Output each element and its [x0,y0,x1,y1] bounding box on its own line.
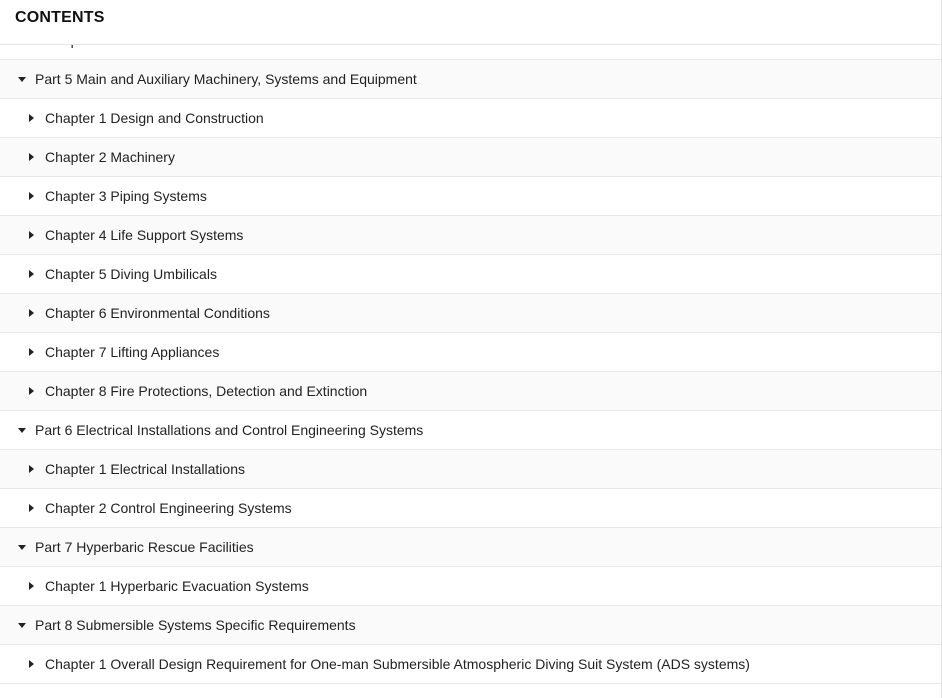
contents-panel: CONTENTS Chapter 9 AssessmentPart 5 Main… [0,0,942,698]
caret-right-icon[interactable] [29,348,34,356]
toc-part-item[interactable]: Part 5 Main and Auxiliary Machinery, Sys… [0,60,941,99]
toc-item-label: Part 7 Hyperbaric Rescue Facilities [35,539,254,555]
toc-chapter-item[interactable]: Chapter 1 Electrical Installations [0,450,941,489]
caret-down-icon[interactable] [18,544,26,550]
toc-part-item[interactable]: Part 7 Hyperbaric Rescue Facilities [0,528,941,567]
caret-right-icon[interactable] [29,504,34,512]
toc-item-label: Chapter 8 Fire Protections, Detection an… [45,383,368,399]
toc-item-label: Chapter 7 Lifting Appliances [45,344,220,360]
toc-chapter-item[interactable]: Chapter 3 Piping Systems [0,177,941,216]
caret-right-icon[interactable] [29,387,34,395]
toc-item-label: Part 8 Submersible Systems Specific Requ… [35,617,356,633]
toc-chapter-item[interactable]: Chapter 7 Lifting Appliances [0,333,941,372]
caret-down-icon[interactable] [18,76,26,82]
toc-item-label: Chapter 4 Life Support Systems [45,227,244,243]
caret-right-icon[interactable] [29,309,34,317]
toc-chapter-item[interactable]: Chapter 1 Design and Construction [0,99,941,138]
caret-right-icon[interactable] [29,582,34,590]
toc-part-item[interactable]: Part 8 Submersible Systems Specific Requ… [0,606,941,645]
toc-item-label: Chapter 5 Diving Umbilicals [45,266,217,282]
toc-item-label: Chapter 1 Design and Construction [45,110,264,126]
toc-chapter-item[interactable]: Chapter 2 Control Engineering Systems [0,489,941,528]
toc-item-label: Chapter 2 Control Engineering Systems [45,500,292,516]
toc-item-label: Part 6 Electrical Installations and Cont… [35,422,424,438]
toc-chapter-item[interactable]: Chapter 5 Diving Umbilicals [0,255,941,294]
caret-down-icon[interactable] [18,427,26,433]
caret-right-icon[interactable] [29,465,34,473]
toc-item-label: Chapter 1 Overall Design Requirement for… [45,656,750,672]
toc-list: Chapter 9 AssessmentPart 5 Main and Auxi… [0,21,941,684]
toc-chapter-item[interactable]: Chapter 8 Fire Protections, Detection an… [0,372,941,411]
toc-item-label: Chapter 3 Piping Systems [45,188,207,204]
toc-chapter-item[interactable]: Chapter 4 Life Support Systems [0,216,941,255]
toc-item-label: Part 5 Main and Auxiliary Machinery, Sys… [35,71,417,87]
toc-item-label: Chapter 2 Machinery [45,149,175,165]
caret-right-icon[interactable] [29,192,34,200]
caret-right-icon[interactable] [29,270,34,278]
toc-part-item[interactable]: Part 6 Electrical Installations and Cont… [0,411,941,450]
toc-item-label: Chapter 1 Electrical Installations [45,461,245,477]
contents-title: CONTENTS [15,9,105,26]
toc-chapter-item[interactable]: Chapter 1 Hyperbaric Evacuation Systems [0,567,941,606]
toc-item-label: Chapter 1 Hyperbaric Evacuation Systems [45,578,309,594]
toc-chapter-item[interactable]: Chapter 6 Environmental Conditions [0,294,941,333]
toc-chapter-item[interactable]: Chapter 2 Machinery [0,138,941,177]
caret-right-icon[interactable] [29,231,34,239]
caret-right-icon[interactable] [29,114,34,122]
toc-chapter-item[interactable]: Chapter 1 Overall Design Requirement for… [0,645,941,684]
caret-right-icon[interactable] [29,153,34,161]
caret-down-icon[interactable] [18,622,26,628]
toc-item-label: Chapter 6 Environmental Conditions [45,305,270,321]
caret-right-icon[interactable] [29,660,34,668]
contents-header: CONTENTS [0,0,941,45]
